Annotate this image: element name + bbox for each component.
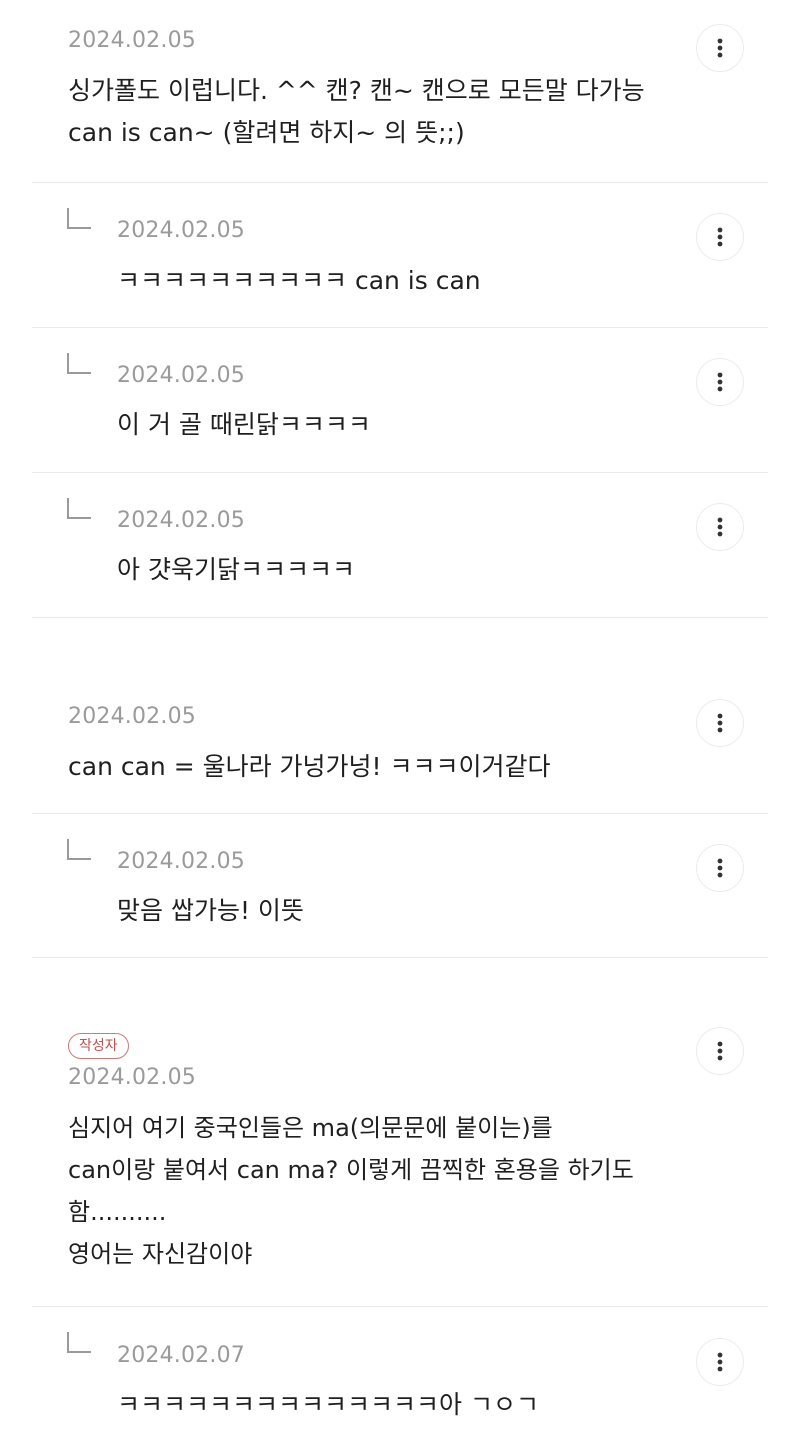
comment-text: can can = 울나라 가넝가넝! ㅋㅋㅋ이거같다 (68, 752, 551, 781)
comment-text: ㅋㅋㅋㅋㅋㅋㅋㅋㅋㅋㅋㅋㅋㅋ아 ㄱㅇㄱ (117, 1390, 539, 1419)
comment-date: 2024.02.05 (117, 218, 245, 243)
author-badge: 작성자 (68, 1033, 129, 1059)
divider (32, 472, 768, 473)
comment-date: 2024.02.05 (117, 363, 245, 388)
more-options-button[interactable] (696, 699, 744, 747)
more-options-button[interactable] (696, 24, 744, 72)
comment-text: 이 거 골 때린닭ㅋㅋㅋㅋ (117, 410, 371, 439)
comment-text: 아 걋욱기닭ㅋㅋㅋㅋㅋ (117, 555, 355, 584)
comment-date: 2024.02.05 (117, 849, 245, 874)
reply-arrow-icon (67, 1332, 91, 1353)
comment-text: 심지어 여기 중국인들은 ma(의문문에 붙이는)를 can이랑 붙여서 can… (68, 1114, 634, 1268)
comment-date: 2024.02.05 (68, 28, 196, 53)
more-options-button[interactable] (696, 1338, 744, 1386)
reply-arrow-icon (67, 353, 91, 374)
divider (32, 1306, 768, 1307)
more-vertical-icon (717, 713, 723, 733)
reply-arrow-icon (67, 498, 91, 519)
more-options-button[interactable] (696, 1027, 744, 1075)
divider (32, 617, 768, 618)
more-options-button[interactable] (696, 213, 744, 261)
more-vertical-icon (717, 227, 723, 247)
comment-date: 2024.02.05 (117, 508, 245, 533)
more-vertical-icon (717, 1352, 723, 1372)
reply-arrow-icon (67, 839, 91, 860)
divider (32, 182, 768, 183)
reply-arrow-icon (67, 208, 91, 229)
comment-text: 맞음 쌉가능! 이뜻 (117, 896, 304, 925)
more-vertical-icon (717, 38, 723, 58)
more-options-button[interactable] (696, 503, 744, 551)
comment-text: ㅋㅋㅋㅋㅋㅋㅋㅋㅋㅋ can is can (117, 266, 481, 295)
comment-date: 2024.02.05 (68, 1065, 196, 1090)
more-vertical-icon (717, 858, 723, 878)
comment-date: 2024.02.07 (117, 1343, 245, 1368)
more-options-button[interactable] (696, 844, 744, 892)
divider (32, 813, 768, 814)
comment-text: 싱가폴도 이럽니다. ^^ 캔? 캔~ 캔으로 모든말 다가능 can is c… (68, 76, 645, 147)
comment-date: 2024.02.05 (68, 704, 196, 729)
divider (32, 327, 768, 328)
more-vertical-icon (717, 517, 723, 537)
more-vertical-icon (717, 372, 723, 392)
more-vertical-icon (717, 1041, 723, 1061)
divider (32, 957, 768, 958)
more-options-button[interactable] (696, 358, 744, 406)
